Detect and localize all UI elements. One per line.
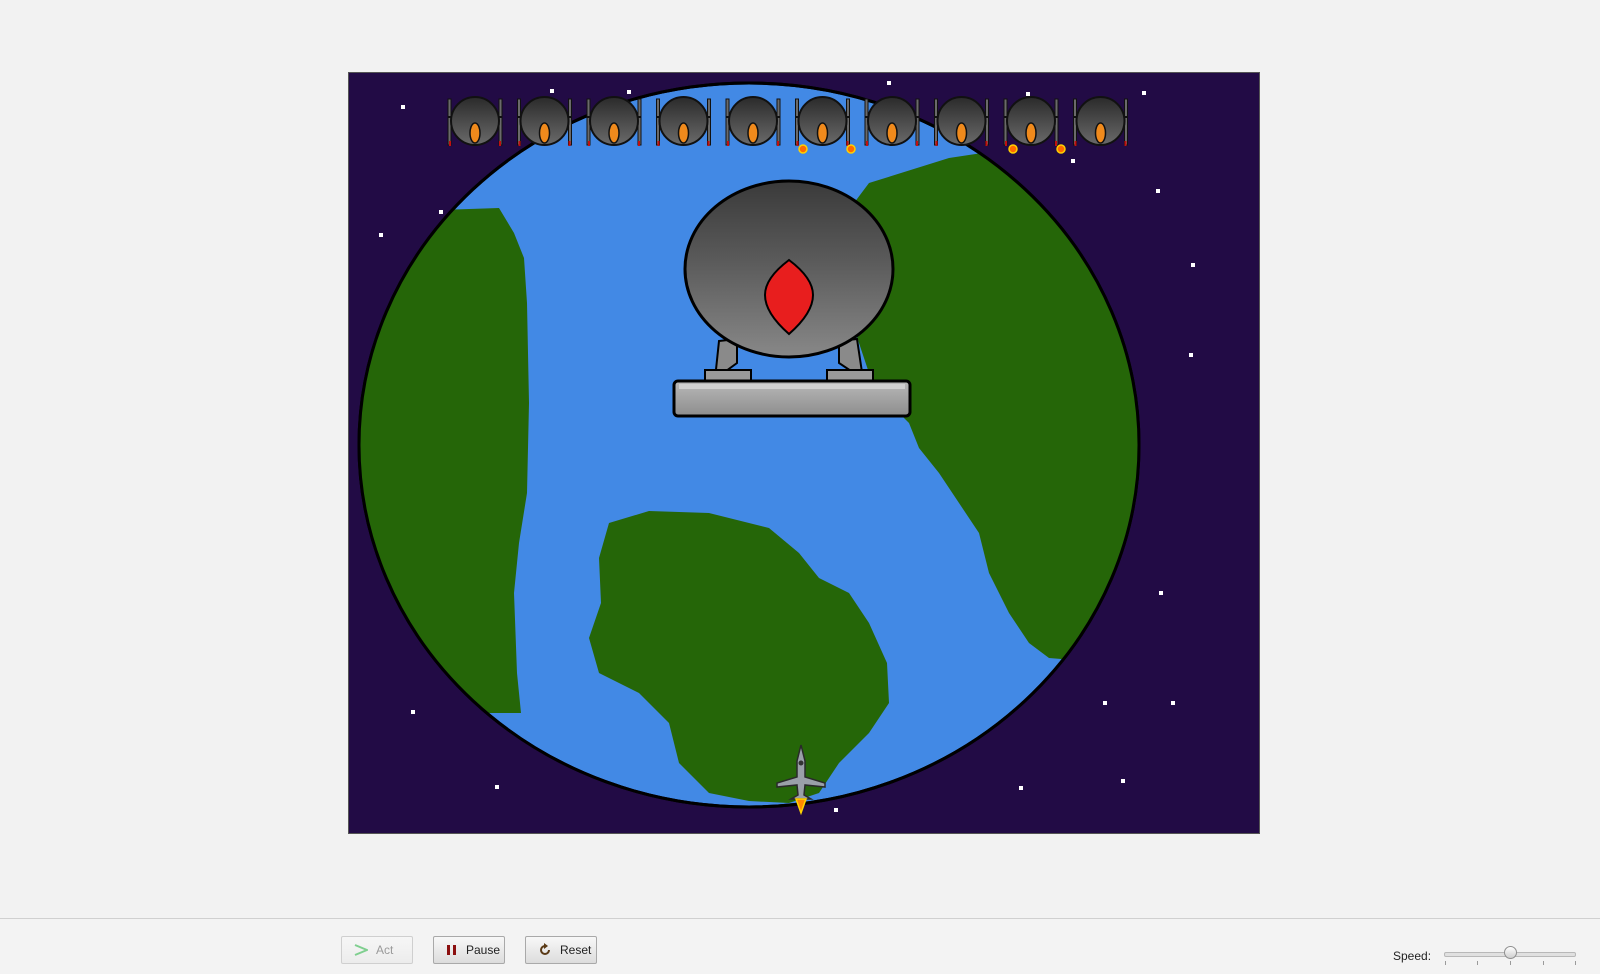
star — [1071, 159, 1075, 163]
star — [1103, 701, 1107, 705]
pause-button[interactable]: Pause — [433, 936, 505, 964]
star — [1121, 779, 1125, 783]
star — [1142, 91, 1146, 95]
star — [887, 81, 891, 85]
speed-slider-thumb[interactable] — [1504, 946, 1517, 959]
speed-tick — [1543, 961, 1544, 965]
star — [550, 89, 554, 93]
star — [379, 233, 383, 237]
star — [1019, 786, 1023, 790]
enemy-bullet — [846, 144, 856, 154]
star — [439, 210, 443, 214]
control-bar: Act Pause Reset Speed: — [0, 918, 1600, 974]
star — [1171, 701, 1175, 705]
game-world[interactable] — [348, 72, 1260, 834]
star — [1156, 189, 1160, 193]
act-button[interactable]: Act — [341, 936, 413, 964]
reset-button[interactable]: Reset — [525, 936, 597, 964]
speed-label: Speed: — [1393, 949, 1432, 963]
pause-icon — [446, 943, 458, 957]
star — [495, 785, 499, 789]
enemy-bullet — [798, 144, 808, 154]
enemy-ship — [1003, 96, 1059, 146]
star — [1159, 591, 1163, 595]
reset-button-label: Reset — [560, 943, 592, 957]
enemy-bullet — [1008, 144, 1018, 154]
speed-slider[interactable] — [1444, 945, 1576, 965]
continent-west — [359, 208, 529, 713]
pause-button-label: Pause — [466, 943, 501, 957]
star — [1191, 263, 1195, 267]
play-arrow-icon — [354, 943, 368, 957]
speed-tick — [1477, 961, 1478, 965]
speed-tick — [1510, 961, 1511, 965]
star — [401, 105, 405, 109]
star — [411, 710, 415, 714]
star — [1026, 92, 1030, 96]
enemy-ship — [447, 96, 503, 146]
star — [627, 90, 631, 94]
speed-tick — [1575, 961, 1576, 965]
reset-icon — [538, 943, 552, 957]
act-button-label: Act — [376, 943, 394, 957]
enemy-ship — [1073, 96, 1128, 146]
speed-tick — [1445, 961, 1446, 965]
star — [1189, 353, 1193, 357]
enemy-bullet — [1056, 144, 1066, 154]
star — [834, 808, 838, 812]
